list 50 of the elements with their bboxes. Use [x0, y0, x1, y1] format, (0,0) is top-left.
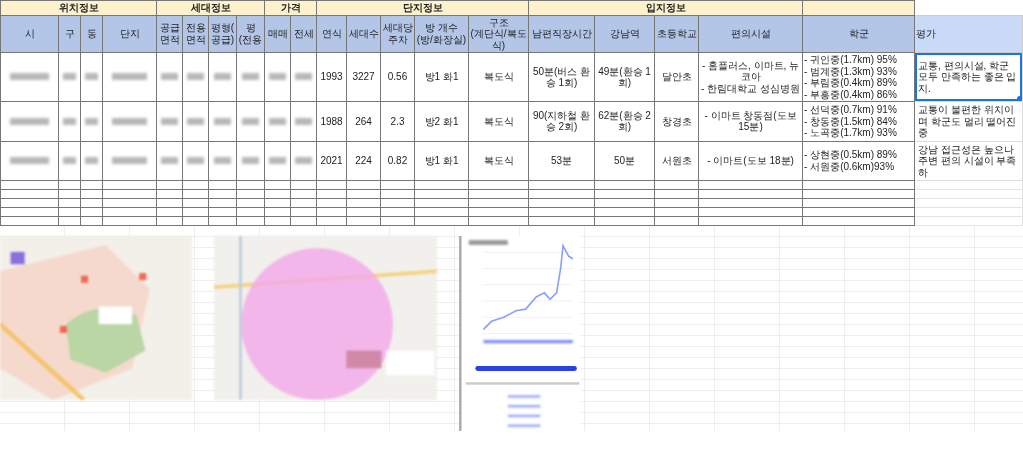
table-cell: 달안초	[654, 52, 699, 102]
table-cell: 224	[346, 141, 381, 181]
table-cell: - 홈플러스, 이마트, 뉴코아 - 한림대학교 성심병원	[698, 52, 803, 102]
column-header: 학군	[802, 15, 915, 53]
table-cell: 53분	[528, 141, 595, 181]
table-cell: 90(지하철 환승 2회)	[528, 101, 595, 141]
table-cell: 복도식	[468, 101, 529, 141]
column-group-header: 세대정보	[156, 0, 265, 15]
column-group-header: 위치정보	[0, 0, 157, 15]
table-cell: 2021	[316, 141, 347, 181]
table-cell: 창경초	[654, 101, 699, 141]
table-cell: 방1 화1	[414, 141, 469, 181]
column-header: 초등학교	[654, 15, 699, 53]
table-cell: 복도식	[468, 141, 529, 181]
table-cell: 50분	[594, 141, 655, 181]
table-cell: 1993	[316, 52, 347, 102]
table-cell: 1988	[316, 101, 347, 141]
column-header: 강남역	[594, 15, 655, 53]
table-cell: 50분(버스 환승 1회)	[528, 52, 595, 102]
table-cell: 0.82	[380, 141, 415, 181]
column-header: 방 개수 (방/화장실)	[414, 15, 469, 53]
table-cell[interactable]: 교통, 편의시설, 학군 모두 만족하는 좋은 입지.	[914, 52, 1023, 102]
column-header: 편의시설	[698, 15, 803, 53]
table-cell: 0.56	[380, 52, 415, 102]
table-cell: 2.3	[380, 101, 415, 141]
column-header: 평가	[914, 15, 1023, 53]
table-cell: 264	[346, 101, 381, 141]
table-cell: - 귀인중(1.7km) 95% - 범계중(1.3km) 93% - 부림중(0.4km) 89% - 부흥중(0.4km) 86%	[802, 52, 915, 102]
table-cell: - 선덕중(0.7km) 91% - 창동중(1.5km) 84% - 노곡중(1.7km) 93%	[802, 101, 915, 141]
table-cell: - 이마트(도보 18분)	[698, 141, 803, 181]
column-header: 단지	[102, 15, 157, 53]
table-cell: 복도식	[468, 52, 529, 102]
table-cell: - 이마트 창동점(도보 15분)	[698, 101, 803, 141]
table-cell: 3227	[346, 52, 381, 102]
table-cell: 49분(환승 1회)	[594, 52, 655, 102]
column-header: 남편직장시간	[528, 15, 595, 53]
table-cell: 서원초	[654, 141, 699, 181]
blurred-table-drawing	[507, 395, 541, 427]
column-group-header: 가격	[264, 0, 317, 15]
table-cell: 62분(환승 2회)	[594, 101, 655, 141]
column-group-header: 단지정보	[316, 0, 529, 15]
blurred-text	[468, 240, 508, 245]
table-cell[interactable]: 강남 접근성은 높으나 주변 편의 시설이 부족하	[914, 141, 1023, 181]
column-header: 구조 (계단식/복도식)	[468, 15, 529, 53]
column-header: 시	[0, 15, 59, 53]
table-cell: 방2 화1	[414, 101, 469, 141]
table-cell: 방1 화1	[414, 52, 469, 102]
table-cell[interactable]: 교통이 불편한 위치이며 학군도 멀리 떨어진 중	[914, 101, 1023, 141]
column-group-header: 입지정보	[528, 0, 803, 15]
table-cell: - 상현중(0.5km) 89% - 서원중(0.6km)93%	[802, 141, 915, 181]
